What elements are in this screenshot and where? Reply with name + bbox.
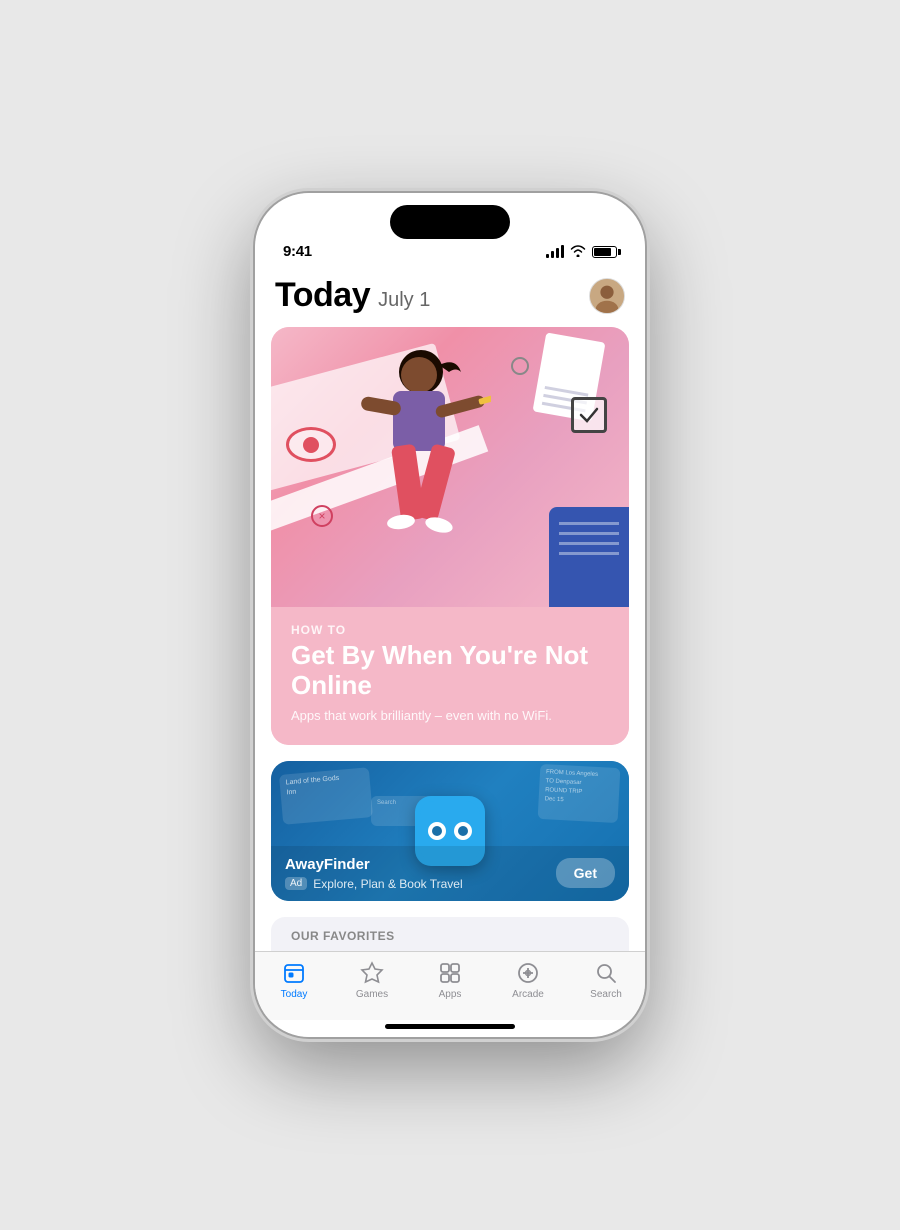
card-subtitle: Apps that work brilliantly – even with n… (291, 707, 609, 725)
ad-tagline: Explore, Plan & Book Travel (313, 877, 462, 891)
signal-bar-4 (561, 245, 564, 258)
games-icon (359, 960, 385, 986)
tab-games-label: Games (356, 989, 388, 1000)
arcade-icon (515, 960, 541, 986)
awayfinder-eyes (428, 822, 472, 840)
card-eyebrow: HOW TO (291, 623, 609, 637)
feature-card-image: × (271, 327, 629, 607)
illus-eye (286, 427, 336, 462)
illustration-container: × (271, 327, 629, 607)
ad-badge-row: Ad Explore, Plan & Book Travel (285, 877, 463, 891)
signal-bar-3 (556, 248, 559, 258)
phone-frame: 9:41 (255, 193, 645, 1037)
favorites-section-title: OUR FAVORITES (291, 929, 609, 943)
user-avatar[interactable] (589, 278, 625, 314)
illus-person (331, 337, 491, 577)
battery-fill (594, 248, 611, 256)
status-icons (546, 244, 617, 260)
ad-bg-card-1: Land of the GodsInn (279, 767, 373, 825)
signal-bars-icon (546, 246, 564, 258)
tab-today[interactable]: Today (264, 960, 324, 1000)
favorites-section-header: OUR FAVORITES (271, 917, 629, 951)
wifi-icon (570, 244, 586, 260)
page-date: July 1 (378, 289, 430, 312)
ad-card[interactable]: Land of the GodsInn FROM Los AngelesTO D… (271, 761, 629, 901)
illus-checkbox (571, 397, 607, 433)
dynamic-island (390, 205, 510, 239)
ad-app-name: AwayFinder (285, 856, 463, 873)
awayfinder-eye-right (454, 822, 472, 840)
battery-icon (592, 246, 617, 258)
status-bar: 9:41 (255, 239, 645, 260)
awayfinder-eye-left (428, 822, 446, 840)
header-title-group: Today July 1 (275, 276, 430, 315)
phone-screen: 9:41 (255, 193, 645, 1037)
signal-bar-1 (546, 254, 549, 258)
tab-today-label: Today (281, 989, 308, 1000)
status-time: 9:41 (283, 243, 312, 260)
illus-folder (549, 507, 629, 607)
ad-badge: Ad (285, 877, 307, 890)
tab-search-label: Search (590, 989, 622, 1000)
tab-search[interactable]: Search (576, 960, 636, 1000)
tab-arcade-label: Arcade (512, 989, 544, 1000)
tab-games[interactable]: Games (342, 960, 402, 1000)
page-title: Today (275, 276, 370, 315)
tab-apps[interactable]: Apps (420, 960, 480, 1000)
ad-bg-card-2: FROM Los AngelesTO DenpasarROUND TRIPDec… (538, 764, 621, 823)
get-button[interactable]: Get (556, 858, 615, 888)
illus-circle (511, 357, 529, 375)
feature-card-content: HOW TO Get By When You're Not Online App… (271, 607, 629, 745)
tab-arcade[interactable]: Arcade (498, 960, 558, 1000)
feature-card[interactable]: × (271, 327, 629, 745)
tab-apps-label: Apps (439, 989, 462, 1000)
signal-bar-2 (551, 251, 554, 258)
today-icon (281, 960, 307, 986)
card-title: Get By When You're Not Online (291, 641, 609, 701)
search-icon (593, 960, 619, 986)
home-indicator (385, 1024, 515, 1029)
content-area[interactable]: Today July 1 (255, 260, 645, 951)
illus-x: × (311, 505, 333, 527)
apps-icon (437, 960, 463, 986)
ad-card-info: AwayFinder Ad Explore, Plan & Book Trave… (271, 846, 629, 901)
page-header: Today July 1 (255, 260, 645, 327)
tab-bar: Today Games (255, 951, 645, 1020)
ad-app-details: AwayFinder Ad Explore, Plan & Book Trave… (285, 856, 463, 891)
